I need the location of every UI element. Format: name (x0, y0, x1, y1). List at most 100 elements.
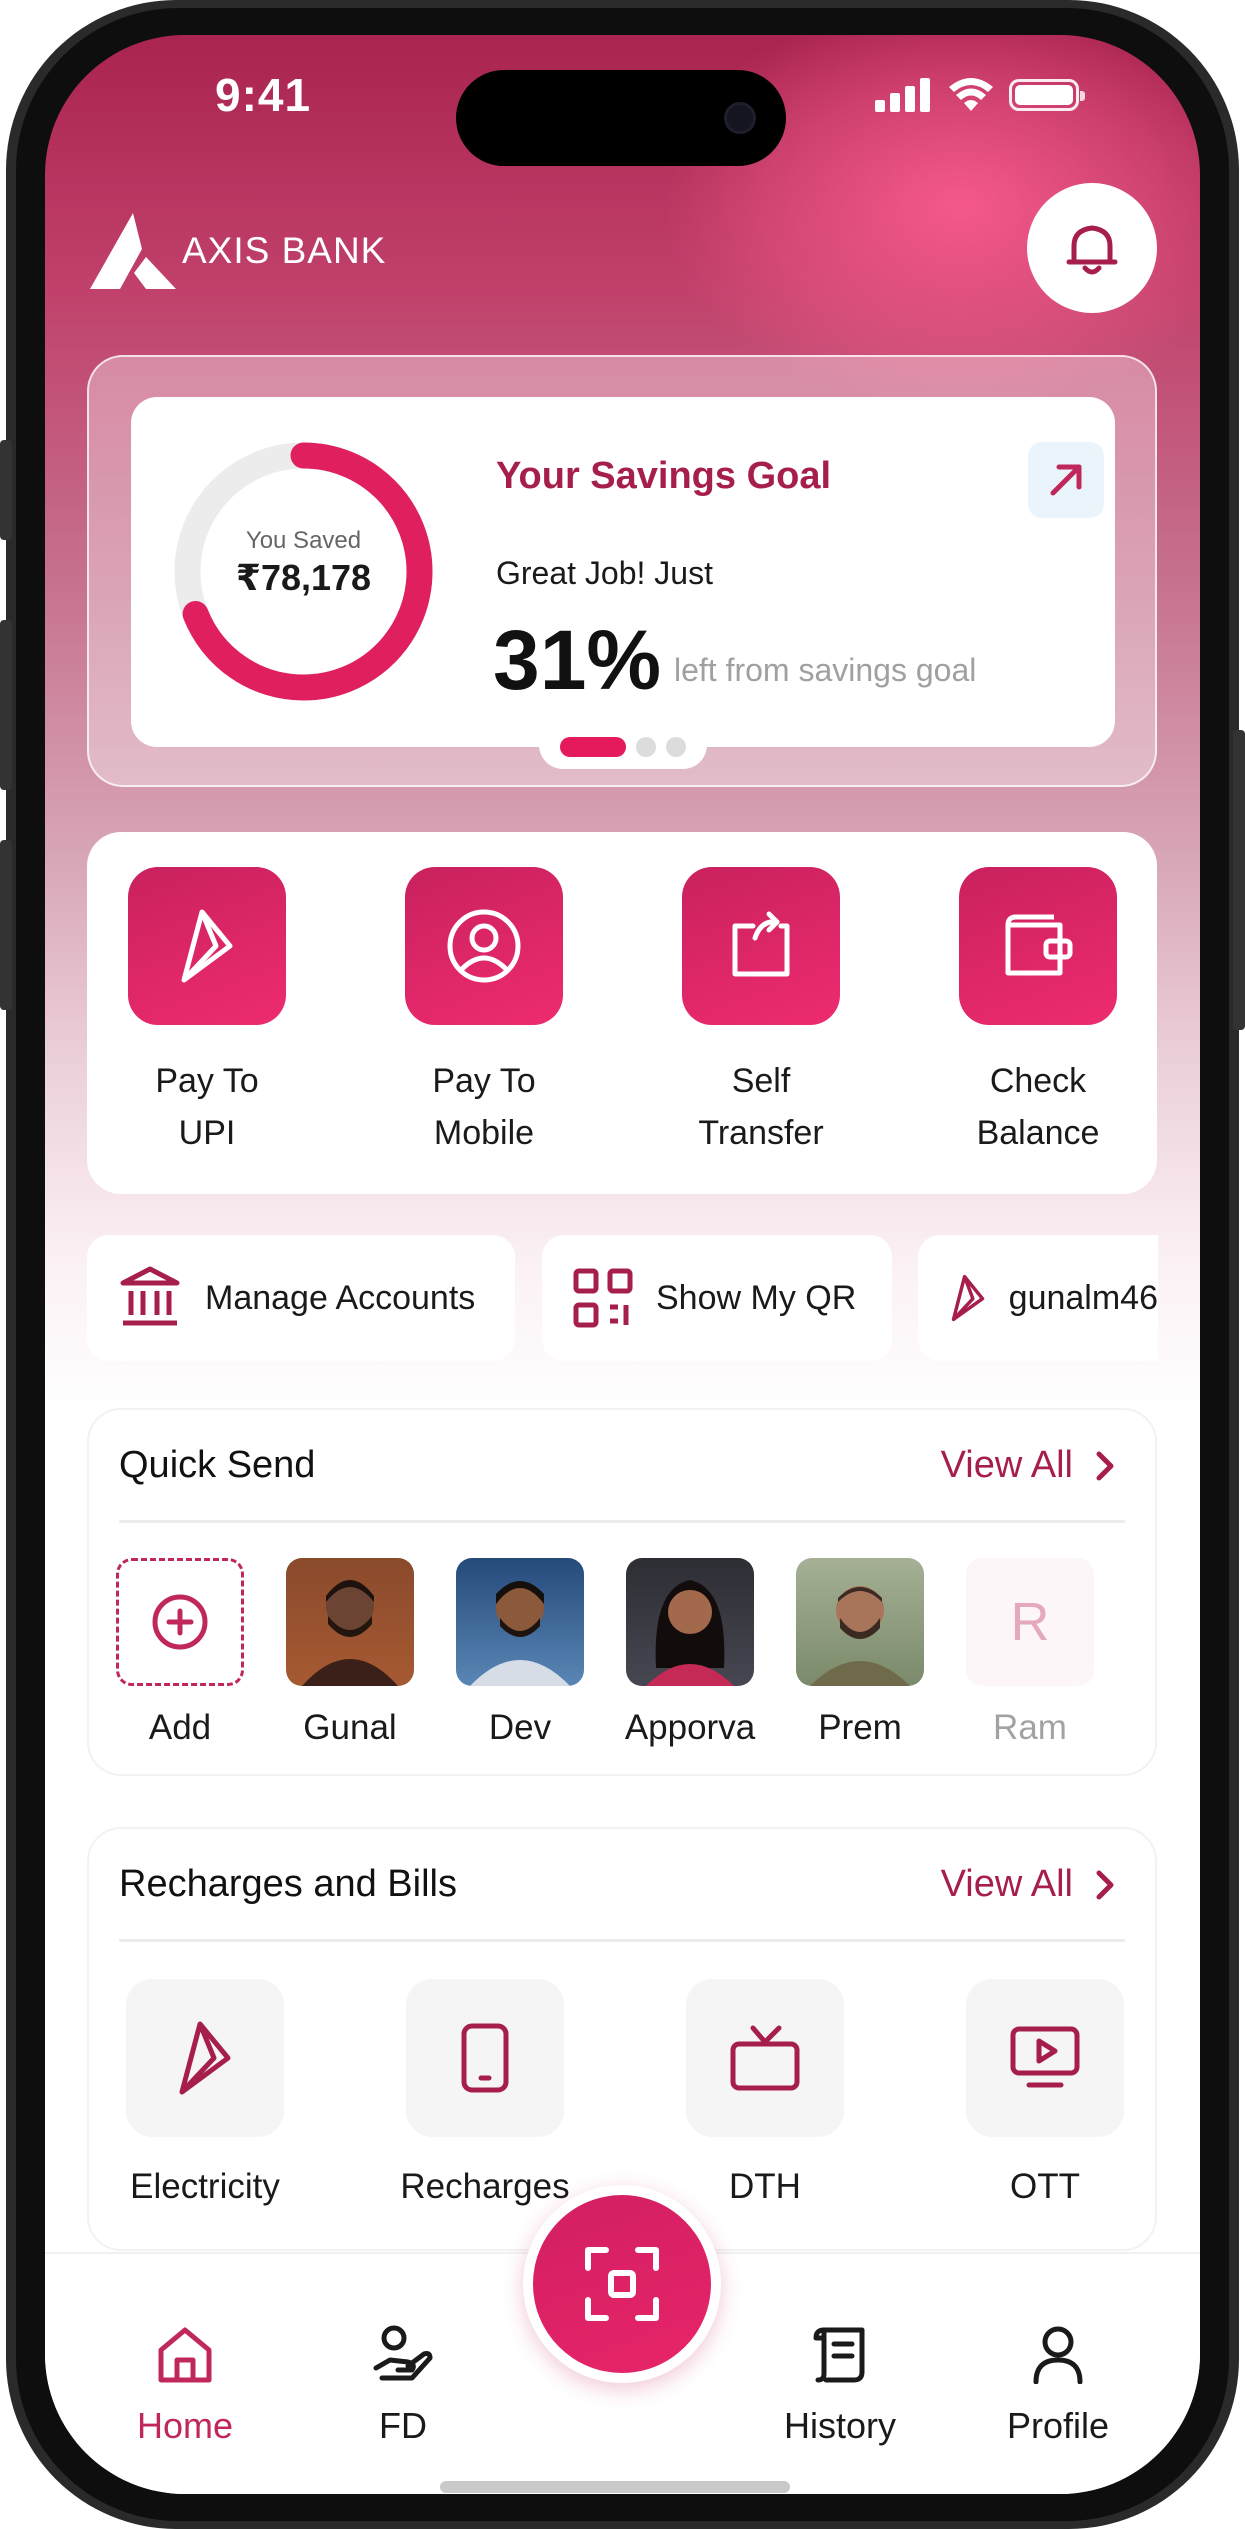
carousel-pager[interactable] (539, 725, 707, 769)
pager-dot[interactable] (666, 737, 686, 757)
self-transfer-button[interactable]: Self Transfer (661, 867, 861, 1159)
dynamic-island (456, 70, 786, 166)
check-balance-button[interactable]: Check Balance (938, 867, 1138, 1159)
open-savings-button[interactable] (1028, 442, 1104, 518)
fd-icon (373, 2325, 433, 2381)
bills-view-all[interactable]: View All (941, 1863, 1115, 1906)
upi-icon (181, 909, 233, 983)
contact-name: Ram (993, 1708, 1067, 1747)
app-screen: 9:41 AXIS BANK You Saved ₹78,178 Your Sa… (45, 35, 1200, 2494)
wifi-icon (949, 78, 993, 111)
nav-label: Profile (1006, 2405, 1110, 2446)
ott-tile[interactable] (966, 1979, 1124, 2137)
status-icons (875, 77, 1085, 113)
electricity-tile[interactable] (126, 1979, 284, 2137)
upi-icon (951, 1274, 985, 1322)
balance-tile[interactable] (959, 867, 1117, 1025)
add-contact-button[interactable]: Add (95, 1558, 265, 1748)
bill-label: DTH (729, 2167, 801, 2206)
phone-icon (461, 2023, 509, 2093)
play-screen-icon (1010, 2026, 1080, 2088)
bill-label: Recharges (400, 2167, 570, 2206)
scan-button-inner[interactable] (533, 2195, 711, 2373)
dth-button[interactable]: DTH (650, 1979, 880, 2207)
action-label: Pay To UPI (155, 1062, 259, 1152)
action-label: Check Balance (976, 1062, 1100, 1152)
savings-goal-title: Your Savings Goal (496, 455, 832, 497)
avatar[interactable] (286, 1558, 414, 1686)
bills-title: Recharges and Bills (119, 1863, 457, 1905)
pay-to-upi-button[interactable]: Pay To UPI (107, 867, 307, 1159)
brand-logo: AXIS BANK (90, 213, 386, 289)
savings-subtext: left from savings goal (674, 652, 977, 688)
nav-history[interactable]: History (750, 2324, 930, 2447)
savings-goal-card[interactable]: You Saved ₹78,178 Your Savings Goal Grea… (131, 397, 1115, 747)
history-icon (813, 2327, 865, 2383)
person-photo (470, 1581, 570, 1686)
savings-percent: 31% (493, 613, 662, 707)
avatar[interactable] (456, 1558, 584, 1686)
avatar[interactable] (626, 1558, 754, 1686)
tv-icon (730, 2025, 800, 2091)
quick-send-card: Quick Send View All Add Gunal Dev Apporv… (87, 1408, 1157, 1776)
saved-label: You Saved (245, 527, 362, 554)
recharges-tile[interactable] (406, 1979, 564, 2137)
upi-id-chip[interactable]: gunalm46 (918, 1235, 1158, 1361)
transfer-tile[interactable] (682, 867, 840, 1025)
quick-actions-card: Pay To UPI Pay To Mobile Self Transfer C… (87, 832, 1157, 1194)
mobile-tile[interactable] (405, 867, 563, 1025)
scan-button[interactable] (523, 2185, 721, 2383)
nav-label: Home (136, 2405, 234, 2446)
contact-name: Prem (818, 1708, 902, 1747)
action-label: Pay To Mobile (432, 1062, 536, 1152)
nav-home[interactable]: Home (95, 2324, 275, 2447)
contact-name: Gunal (303, 1708, 397, 1747)
camera-icon (724, 102, 756, 134)
qr-icon (573, 1268, 633, 1328)
arrow-up-right-icon (1050, 464, 1082, 496)
nav-profile[interactable]: Profile (968, 2324, 1148, 2447)
dth-tile[interactable] (686, 1979, 844, 2137)
person-photo (302, 1580, 398, 1686)
recharges-button[interactable]: Recharges (370, 1979, 600, 2207)
contact-item[interactable]: Gunal (265, 1558, 435, 1748)
show-my-qr-chip[interactable]: Show My QR (542, 1235, 892, 1361)
nav-fd[interactable]: FD (313, 2324, 493, 2447)
electricity-button[interactable]: Electricity (90, 1979, 320, 2207)
upi-tile[interactable] (128, 867, 286, 1025)
savings-carousel[interactable]: You Saved ₹78,178 Your Savings Goal Grea… (87, 355, 1157, 787)
quick-send-view-all[interactable]: View All (941, 1444, 1115, 1487)
bill-label: Electricity (130, 2167, 280, 2206)
add-contact-tile[interactable] (116, 1558, 244, 1686)
manage-accounts-chip[interactable]: Manage Accounts (87, 1235, 515, 1361)
electricity-icon (179, 2021, 231, 2095)
side-button (1233, 730, 1245, 1030)
transfer-icon (732, 911, 790, 977)
person-photo (810, 1586, 910, 1686)
contact-name: Dev (488, 1708, 552, 1747)
pager-dot[interactable] (636, 737, 656, 757)
side-button (0, 840, 12, 1010)
avatar[interactable] (796, 1558, 924, 1686)
contact-item[interactable]: Prem (775, 1558, 945, 1748)
contact-item[interactable]: Dev (435, 1558, 605, 1748)
chevron-right-icon (1096, 1451, 1114, 1480)
action-label: Self Transfer (698, 1062, 824, 1152)
side-button (0, 440, 12, 540)
add-icon (152, 1594, 208, 1650)
contact-item[interactable]: R Ram (945, 1558, 1115, 1748)
brand-name: AXIS BANK (182, 230, 387, 271)
chip-label: Show My QR (656, 1278, 857, 1317)
notification-button[interactable] (1027, 183, 1157, 313)
saved-amount: ₹78,178 (235, 557, 372, 598)
status-time: 9:41 (215, 69, 312, 121)
contact-item[interactable]: Apporva (605, 1558, 775, 1748)
home-icon (158, 2327, 212, 2383)
nav-label: FD (379, 2405, 427, 2446)
contact-name: Add (148, 1708, 212, 1747)
pager-dot-active[interactable] (560, 737, 626, 757)
ott-button[interactable]: OTT (930, 1979, 1160, 2207)
pay-to-mobile-button[interactable]: Pay To Mobile (384, 867, 584, 1159)
side-button (0, 620, 12, 790)
avatar-initial[interactable]: R (966, 1558, 1094, 1686)
